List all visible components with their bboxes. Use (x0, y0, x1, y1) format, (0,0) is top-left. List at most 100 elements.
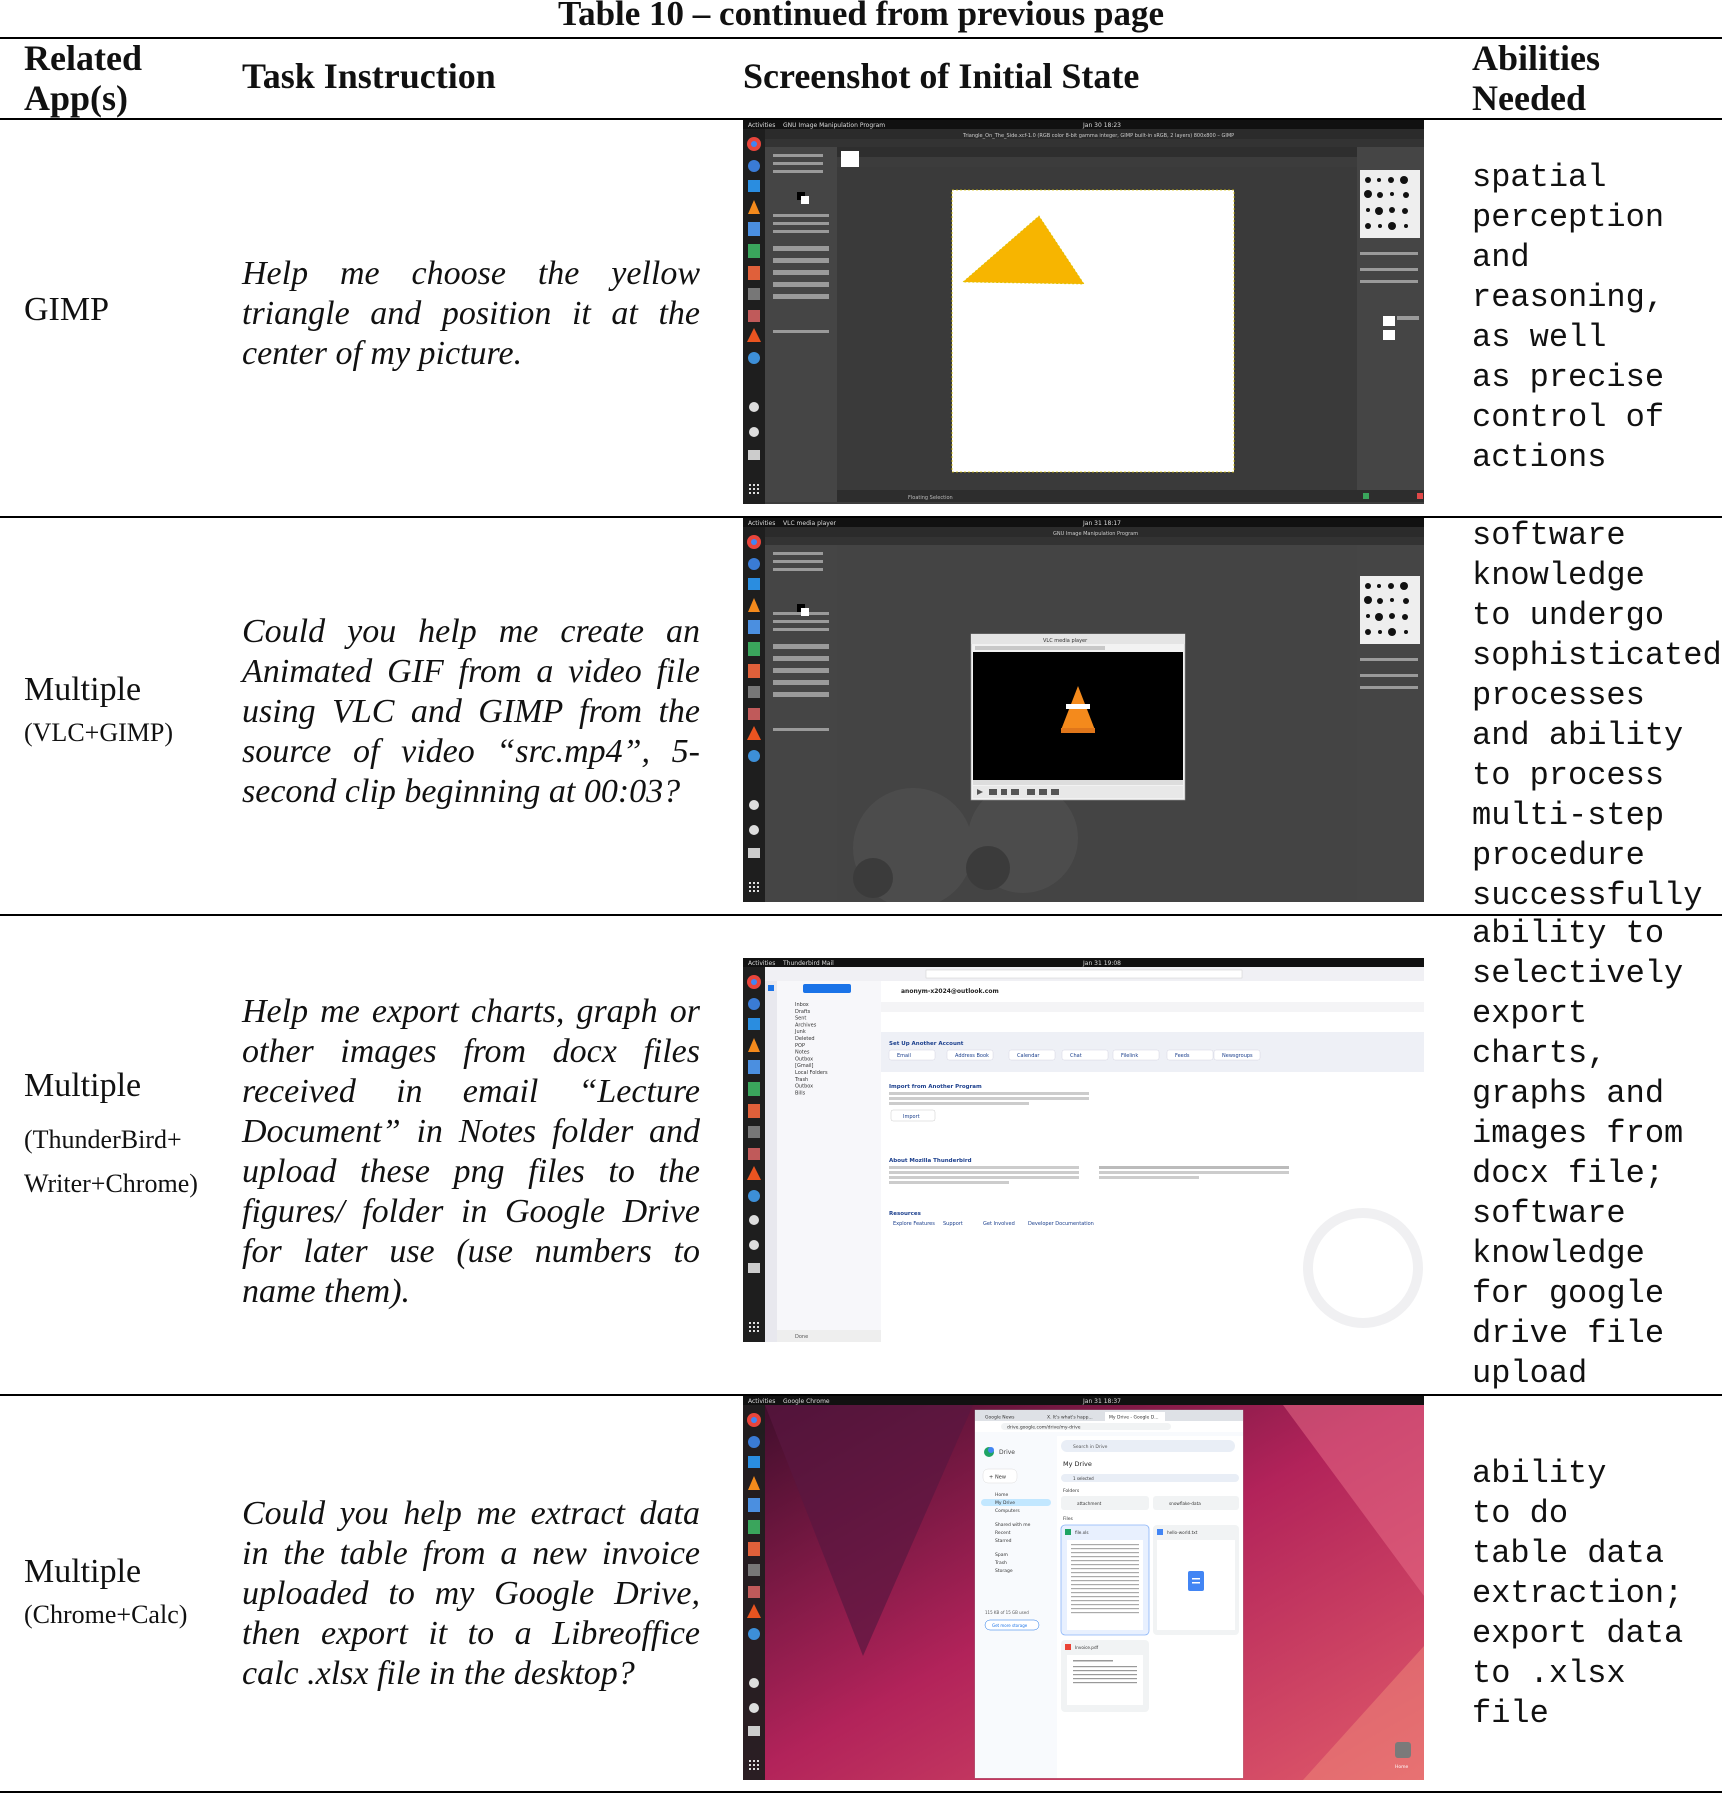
canvas-image[interactable] (951, 189, 1235, 473)
setup-button[interactable] (1061, 1049, 1109, 1061)
setup-button[interactable] (1166, 1049, 1214, 1061)
gimp-icon[interactable] (748, 1126, 760, 1138)
gimp-icon[interactable] (748, 1564, 760, 1576)
mail-space-icon[interactable] (768, 985, 774, 991)
resource-link[interactable]: Explore Features (893, 1221, 935, 1227)
folder-item[interactable]: Sent (795, 1016, 806, 1022)
setup-button-label[interactable]: Feeds (1175, 1053, 1190, 1059)
calc-icon[interactable] (748, 1520, 760, 1534)
setup-button-label[interactable]: Chat (1070, 1053, 1082, 1059)
folder-item[interactable]: Drafts (795, 1009, 811, 1015)
calc-icon[interactable] (748, 642, 760, 656)
help-icon[interactable] (748, 750, 760, 762)
folder-item[interactable]: Junk (794, 1029, 806, 1035)
disc-icon[interactable] (749, 1703, 759, 1713)
disc-icon[interactable] (749, 1215, 759, 1225)
drive-nav-item[interactable]: Computers (995, 1508, 1020, 1514)
folder-item[interactable]: POP (795, 1043, 805, 1049)
vlc-seekbar[interactable] (973, 780, 1183, 785)
writer-icon[interactable] (748, 1060, 760, 1074)
next-icon[interactable] (1011, 789, 1019, 795)
topbar-clock[interactable]: Jan 31 18:37 (1082, 1398, 1121, 1405)
drive-icon[interactable] (748, 1726, 760, 1736)
disc-icon[interactable] (749, 402, 759, 412)
help-icon[interactable] (748, 1190, 760, 1202)
vscode-icon[interactable] (748, 1456, 760, 1468)
drive-nav-item[interactable]: Shared with me (995, 1522, 1031, 1528)
help-icon[interactable] (748, 1628, 760, 1640)
folder-item[interactable]: [Gmail] (795, 1063, 814, 1069)
resource-link[interactable]: Get Involved (983, 1221, 1015, 1227)
folder-item[interactable]: Outbox (795, 1084, 813, 1090)
disc-icon[interactable] (749, 1678, 759, 1688)
home-folder-icon[interactable] (1395, 1742, 1411, 1758)
thunderbird-icon[interactable] (748, 160, 760, 172)
setup-button-label[interactable]: Filelink (1121, 1053, 1138, 1059)
folder-item[interactable]: Notes (795, 1050, 810, 1056)
impress-icon[interactable] (748, 1542, 760, 1556)
gimp-icon[interactable] (748, 288, 760, 300)
folder-item[interactable]: Deleted (795, 1036, 815, 1042)
search-input[interactable] (925, 969, 1243, 979)
drive-nav-item[interactable]: Recent (995, 1530, 1011, 1536)
calc-icon[interactable] (748, 244, 760, 258)
folder-card[interactable] (1061, 1496, 1149, 1510)
prev-icon[interactable] (989, 789, 997, 795)
files-icon[interactable] (748, 1586, 760, 1598)
setup-button-label[interactable]: Address Book (955, 1053, 989, 1059)
browser-tab-label[interactable]: Google News (985, 1415, 1015, 1421)
vscode-icon[interactable] (748, 180, 760, 192)
topbar-activities[interactable]: Activities (748, 122, 775, 129)
image-tab-thumbnail[interactable] (841, 151, 859, 167)
resource-link[interactable]: Support (943, 1221, 963, 1227)
gimp-icon[interactable] (748, 686, 760, 698)
disc-icon[interactable] (749, 1240, 759, 1250)
topbar-app[interactable]: Google Chrome (783, 1398, 830, 1405)
drive-nav-item[interactable]: Starred (995, 1538, 1012, 1544)
folder-item[interactable]: Trash (794, 1077, 808, 1083)
setup-button[interactable] (888, 1049, 936, 1061)
setup-button-label[interactable]: Newsgroups (1222, 1053, 1253, 1059)
browser-tab-label[interactable]: My Drive - Google D... (1109, 1415, 1159, 1421)
help-icon[interactable] (748, 352, 760, 364)
topbar-app[interactable]: VLC media player (783, 520, 837, 527)
vscode-icon[interactable] (748, 1018, 760, 1030)
apps-grid-icon[interactable] (749, 882, 759, 892)
folder-item[interactable]: Inbox (795, 1002, 809, 1008)
thunderbird-icon[interactable] (748, 558, 760, 570)
files-icon[interactable] (748, 708, 760, 720)
impress-icon[interactable] (748, 266, 760, 280)
topbar-activities[interactable]: Activities (748, 520, 775, 527)
folder-item[interactable]: Local Folders (795, 1070, 828, 1076)
files-icon[interactable] (748, 1148, 760, 1160)
drive-nav-item[interactable]: Spam (995, 1552, 1008, 1558)
topbar-clock[interactable]: Jan 31 18:17 (1082, 520, 1121, 527)
disc-icon[interactable] (749, 427, 759, 437)
disc-icon[interactable] (749, 800, 759, 810)
drive-icon[interactable] (748, 848, 760, 858)
apps-grid-icon[interactable] (749, 1760, 759, 1770)
drive-nav-item[interactable]: Storage (995, 1568, 1013, 1574)
calc-icon[interactable] (748, 1082, 760, 1096)
drive-nav-item[interactable]: Trash (994, 1560, 1007, 1566)
topbar-activities[interactable]: Activities (748, 960, 775, 967)
vscode-icon[interactable] (748, 578, 760, 590)
stop-icon[interactable] (1001, 789, 1007, 795)
folder-item[interactable]: Bills (795, 1090, 806, 1096)
writer-icon[interactable] (748, 222, 760, 236)
folder-item[interactable]: Outbox (795, 1056, 813, 1062)
setup-button-label[interactable]: Email (897, 1053, 911, 1059)
setup-button-label[interactable]: Calendar (1017, 1053, 1040, 1059)
drive-icon[interactable] (748, 450, 760, 460)
impress-icon[interactable] (748, 1104, 760, 1118)
folder-item[interactable]: Archives (795, 1022, 817, 1028)
drive-nav-item[interactable]: Home (995, 1492, 1009, 1498)
browser-tab-label[interactable]: X. It's what's happ... (1047, 1415, 1093, 1421)
apps-grid-icon[interactable] (749, 1322, 759, 1332)
topbar-clock[interactable]: Jan 31 19:08 (1082, 960, 1121, 967)
files-icon[interactable] (748, 310, 760, 322)
thunderbird-icon[interactable] (748, 1436, 760, 1448)
writer-icon[interactable] (748, 620, 760, 634)
topbar-activities[interactable]: Activities (748, 1398, 775, 1405)
resource-link[interactable]: Developer Documentation (1028, 1221, 1094, 1227)
